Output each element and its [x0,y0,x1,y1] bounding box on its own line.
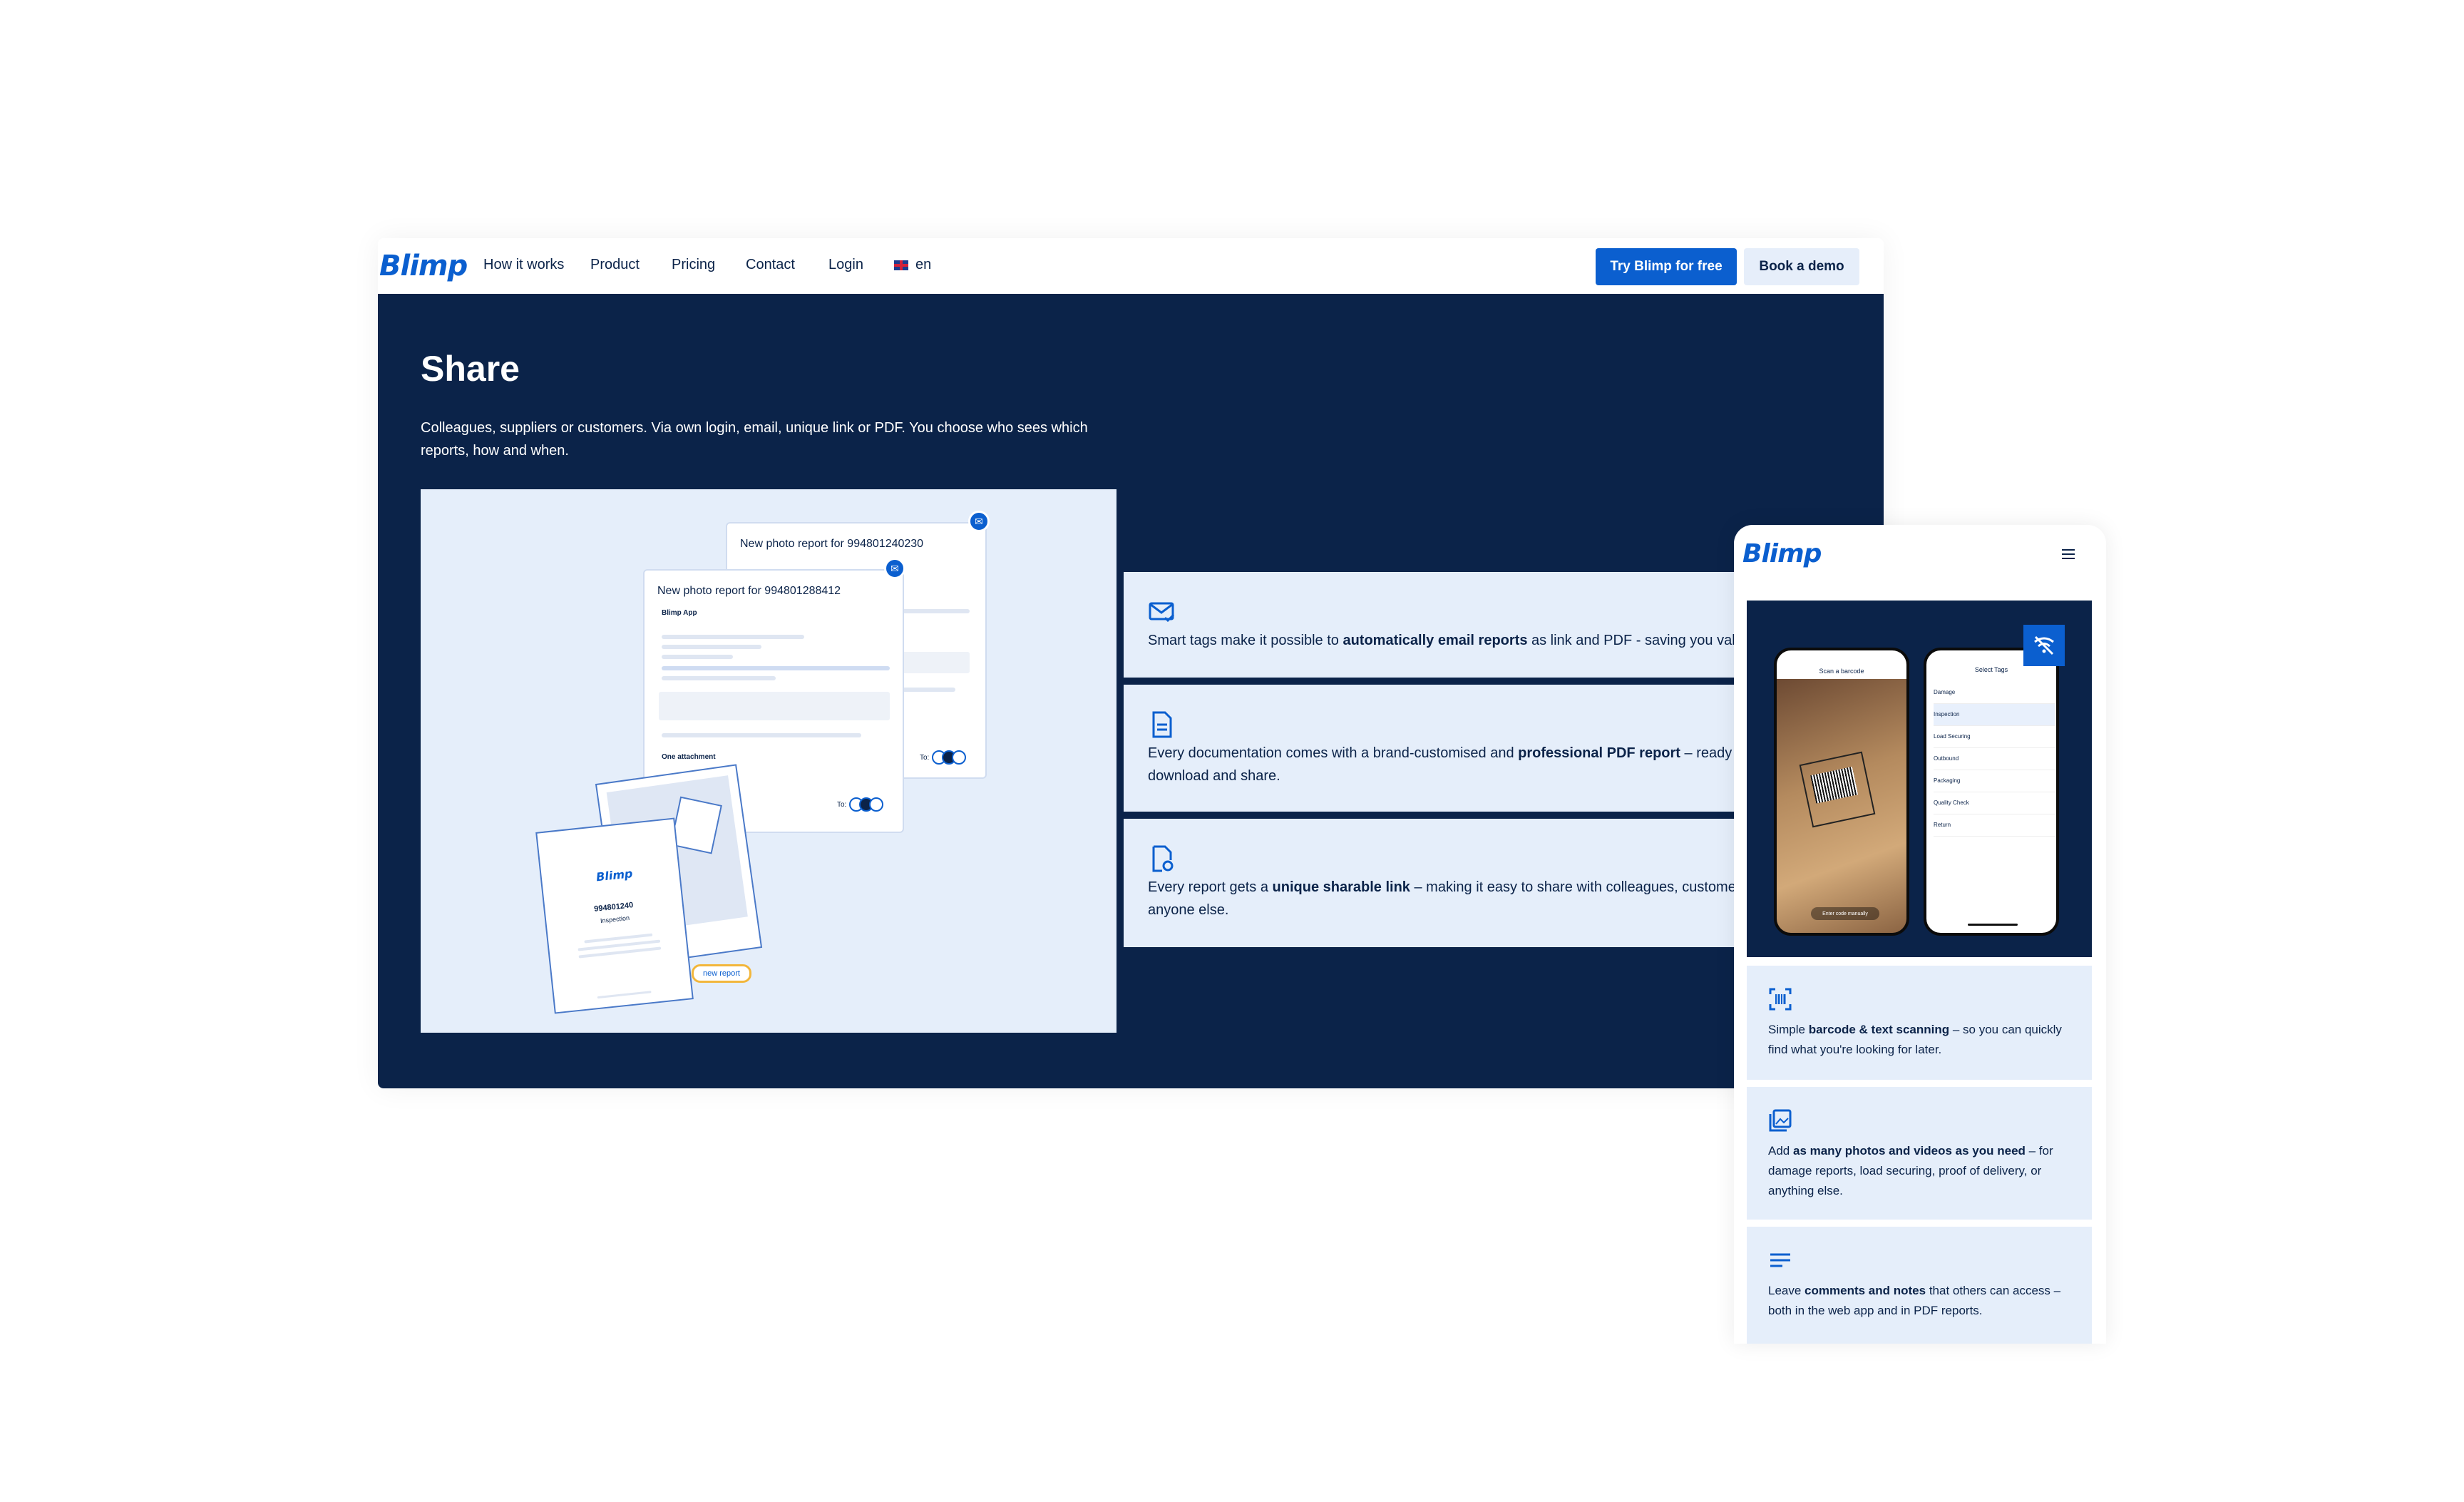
pdf-brand-logo: Blimp [595,867,634,884]
mobile-feature-photos: Add as many photos and videos as you nee… [1747,1087,2092,1220]
tag-item[interactable]: Quality Check [1934,792,2055,814]
section-title: Share [421,349,520,389]
tag-item[interactable]: Outbound [1934,748,2055,770]
tag-list: Damage Inspection Load Securing Outbound… [1934,682,2055,837]
email-sender: Blimp App [662,609,697,617]
text-lines-icon [1770,1253,1790,1267]
section-description: Colleagues, suppliers or customers. Via … [421,420,1088,459]
tags-title: Select Tags [1974,666,2008,673]
nav-contact[interactable]: Contact [746,257,795,273]
mail-badge-icon: ✉ [968,511,990,532]
mobile-feature-comments: Leave comments and notes that others can… [1747,1227,2092,1344]
email-attachment-label: One attachment [662,753,716,761]
try-free-button[interactable]: Try Blimp for free [1596,248,1737,285]
to-recipients-front: To: [837,797,884,812]
mobile-brand-logo[interactable]: Blimp [1742,539,1822,568]
mail-badge-icon: ✉ [884,558,905,579]
email-back-title: New photo report for 994801240230 [740,538,924,550]
tag-item[interactable]: Return [1934,814,2055,837]
nav-how-it-works[interactable]: How it works [483,257,564,273]
document-link-icon [1152,845,1174,872]
tags-phone: Select Tags Damage Inspection Load Secur… [1924,648,2059,936]
uk-flag-icon [894,260,908,270]
pdf-report-card: Blimp 994801240 Inspection [535,817,694,1014]
document-icon [1152,711,1172,738]
language-selector[interactable]: en [894,257,931,273]
share-section: Share Colleagues, suppliers or customers… [378,294,1884,1088]
book-demo-button[interactable]: Book a demo [1744,248,1859,285]
share-illustration: New photo report for 994801240230 To: ✉ … [421,489,1116,1033]
mobile-feature-scanning: Simple barcode & text scanning – so you … [1747,966,2092,1080]
nav-product[interactable]: Product [590,257,640,273]
barcode-frame [1799,751,1876,828]
language-label: en [915,257,932,272]
scan-title: Scan a barcode [1777,650,1906,679]
tag-item[interactable]: Damage [1934,682,2055,704]
enter-code-manually[interactable]: Enter code manually [1811,907,1879,920]
barcode-scan-icon [1769,988,1792,1011]
nav-login[interactable]: Login [828,257,863,273]
mobile-mockup: Blimp Scan a barcode Enter code manually… [1734,525,2106,1344]
tag-item[interactable]: Packaging [1934,770,2055,792]
hamburger-menu-icon[interactable] [2062,549,2075,559]
mobile-hero-image: Scan a barcode Enter code manually Selec… [1747,601,2092,957]
tag-item[interactable]: Load Securing [1934,726,2055,748]
email-front-title: New photo report for 994801288412 [657,585,841,597]
new-report-badge: new report [692,964,751,983]
tag-item-selected[interactable]: Inspection [1934,704,2055,726]
nav-pricing[interactable]: Pricing [672,257,715,273]
envelope-check-icon [1149,602,1175,623]
photo-stack-icon [1769,1109,1792,1132]
top-navbar: Blimp How it works Product Pricing Conta… [378,238,1884,294]
mobile-comments-text: Leave comments and notes that others can… [1768,1284,2061,1317]
to-recipients-back: To: [920,750,967,765]
mobile-photos-text: Add as many photos and videos as you nee… [1768,1144,2053,1197]
wifi-off-icon [2023,625,2065,666]
mobile-scanning-text: Simple barcode & text scanning – so you … [1768,1023,2062,1056]
scanner-phone: Scan a barcode Enter code manually [1774,648,1909,936]
desktop-mockup: Blimp How it works Product Pricing Conta… [378,238,1884,1088]
brand-logo[interactable]: Blimp [379,250,468,282]
